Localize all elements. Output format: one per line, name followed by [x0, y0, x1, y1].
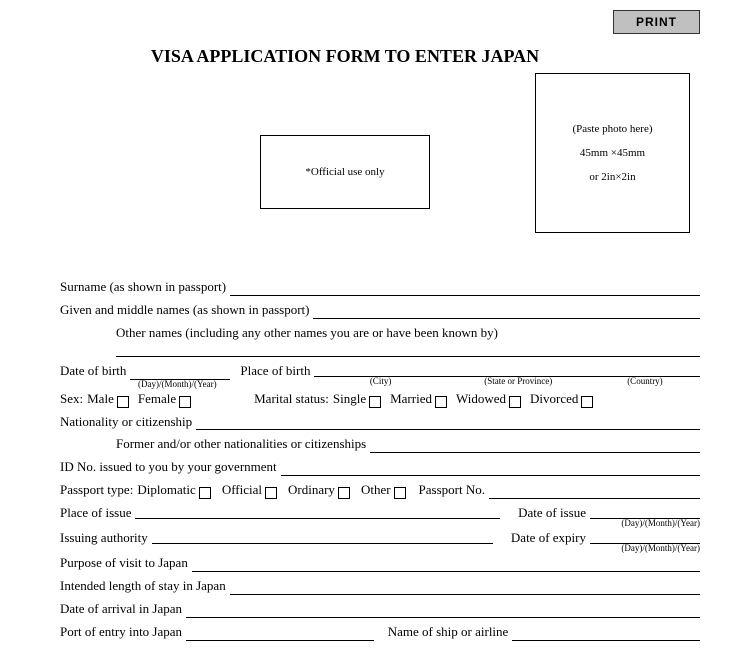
pob-label: Place of birth — [240, 363, 314, 380]
arrival-label: Date of arrival in Japan — [60, 601, 186, 618]
pob-city-hint: (City) — [370, 377, 392, 386]
port-field[interactable] — [186, 627, 374, 641]
marital-label: Marital status: — [254, 391, 333, 408]
pob-country-hint: (Country) — [627, 377, 663, 386]
pp-type-label: Passport type: — [60, 482, 137, 499]
id-no-field[interactable] — [281, 462, 700, 476]
nationality-label: Nationality or citizenship — [60, 414, 196, 431]
photo-hint-2: 45mm ×45mm — [580, 147, 645, 159]
ordinary-label: Ordinary — [288, 482, 335, 499]
photo-hint-3: or 2in×2in — [589, 171, 635, 183]
place-issue-field[interactable] — [135, 505, 500, 519]
date-expiry-field[interactable] — [590, 530, 700, 544]
purpose-label: Purpose of visit to Japan — [60, 555, 192, 572]
surname-field[interactable] — [230, 282, 700, 296]
length-field[interactable] — [230, 581, 700, 595]
nationality-field[interactable] — [196, 416, 700, 430]
single-checkbox[interactable] — [369, 396, 381, 408]
other-names-label: Other names (including any other names y… — [116, 325, 502, 340]
port-label: Port of entry into Japan — [60, 624, 186, 641]
male-checkbox[interactable] — [117, 396, 129, 408]
ship-label: Name of ship or airline — [388, 624, 513, 641]
given-label: Given and middle names (as shown in pass… — [60, 302, 313, 319]
purpose-field[interactable] — [192, 558, 700, 572]
female-label: Female — [138, 391, 176, 408]
other-names-field[interactable] — [116, 343, 700, 357]
photo-hint-1: (Paste photo here) — [572, 123, 652, 135]
print-button[interactable]: PRINT — [613, 10, 700, 34]
ship-field[interactable] — [512, 627, 700, 641]
female-checkbox[interactable] — [179, 396, 191, 408]
page-title: VISA APPLICATION FORM TO ENTER JAPAN — [110, 46, 580, 67]
date-expiry-label: Date of expiry — [511, 530, 590, 547]
place-issue-label: Place of issue — [60, 505, 135, 522]
surname-label: Surname (as shown in passport) — [60, 279, 230, 296]
date-issue-field[interactable] — [590, 505, 700, 519]
pob-city-field[interactable] — [314, 363, 446, 377]
issuing-auth-field[interactable] — [152, 530, 493, 544]
length-label: Intended length of stay in Japan — [60, 578, 230, 595]
male-label: Male — [87, 391, 114, 408]
diplomatic-label: Diplomatic — [137, 482, 196, 499]
former-nat-field[interactable] — [370, 439, 700, 453]
date-expiry-hint: (Day)/(Month)/(Year) — [621, 544, 700, 553]
other-label: Other — [361, 482, 391, 499]
divorced-label: Divorced — [530, 391, 578, 408]
id-no-label: ID No. issued to you by your government — [60, 459, 281, 476]
official-use-box: *Official use only — [260, 135, 430, 209]
official-label: Official — [222, 482, 262, 499]
pp-no-label: Passport No. — [419, 482, 489, 499]
photo-box: (Paste photo here) 45mm ×45mm or 2in×2in — [535, 73, 690, 233]
married-label: Married — [390, 391, 432, 408]
pob-country-field[interactable] — [590, 363, 700, 377]
ordinary-checkbox[interactable] — [338, 487, 350, 499]
widowed-label: Widowed — [456, 391, 506, 408]
other-checkbox[interactable] — [394, 487, 406, 499]
pob-state-hint: (State or Province) — [484, 377, 552, 386]
married-checkbox[interactable] — [435, 396, 447, 408]
sex-label: Sex: — [60, 391, 87, 408]
dob-label: Date of birth — [60, 363, 130, 380]
divorced-checkbox[interactable] — [581, 396, 593, 408]
former-nat-label: Former and/or other nationalities or cit… — [116, 436, 370, 453]
single-label: Single — [333, 391, 366, 408]
pob-state-field[interactable] — [447, 363, 590, 377]
dob-hint: (Day)/(Month)/(Year) — [138, 380, 217, 389]
date-issue-hint: (Day)/(Month)/(Year) — [621, 519, 700, 528]
pp-no-field[interactable] — [489, 485, 700, 499]
dob-field[interactable] — [130, 366, 230, 380]
official-checkbox[interactable] — [265, 487, 277, 499]
widowed-checkbox[interactable] — [509, 396, 521, 408]
issuing-auth-label: Issuing authority — [60, 530, 152, 547]
date-issue-label: Date of issue — [518, 505, 590, 522]
diplomatic-checkbox[interactable] — [199, 487, 211, 499]
given-field[interactable] — [313, 305, 700, 319]
arrival-field[interactable] — [186, 604, 700, 618]
